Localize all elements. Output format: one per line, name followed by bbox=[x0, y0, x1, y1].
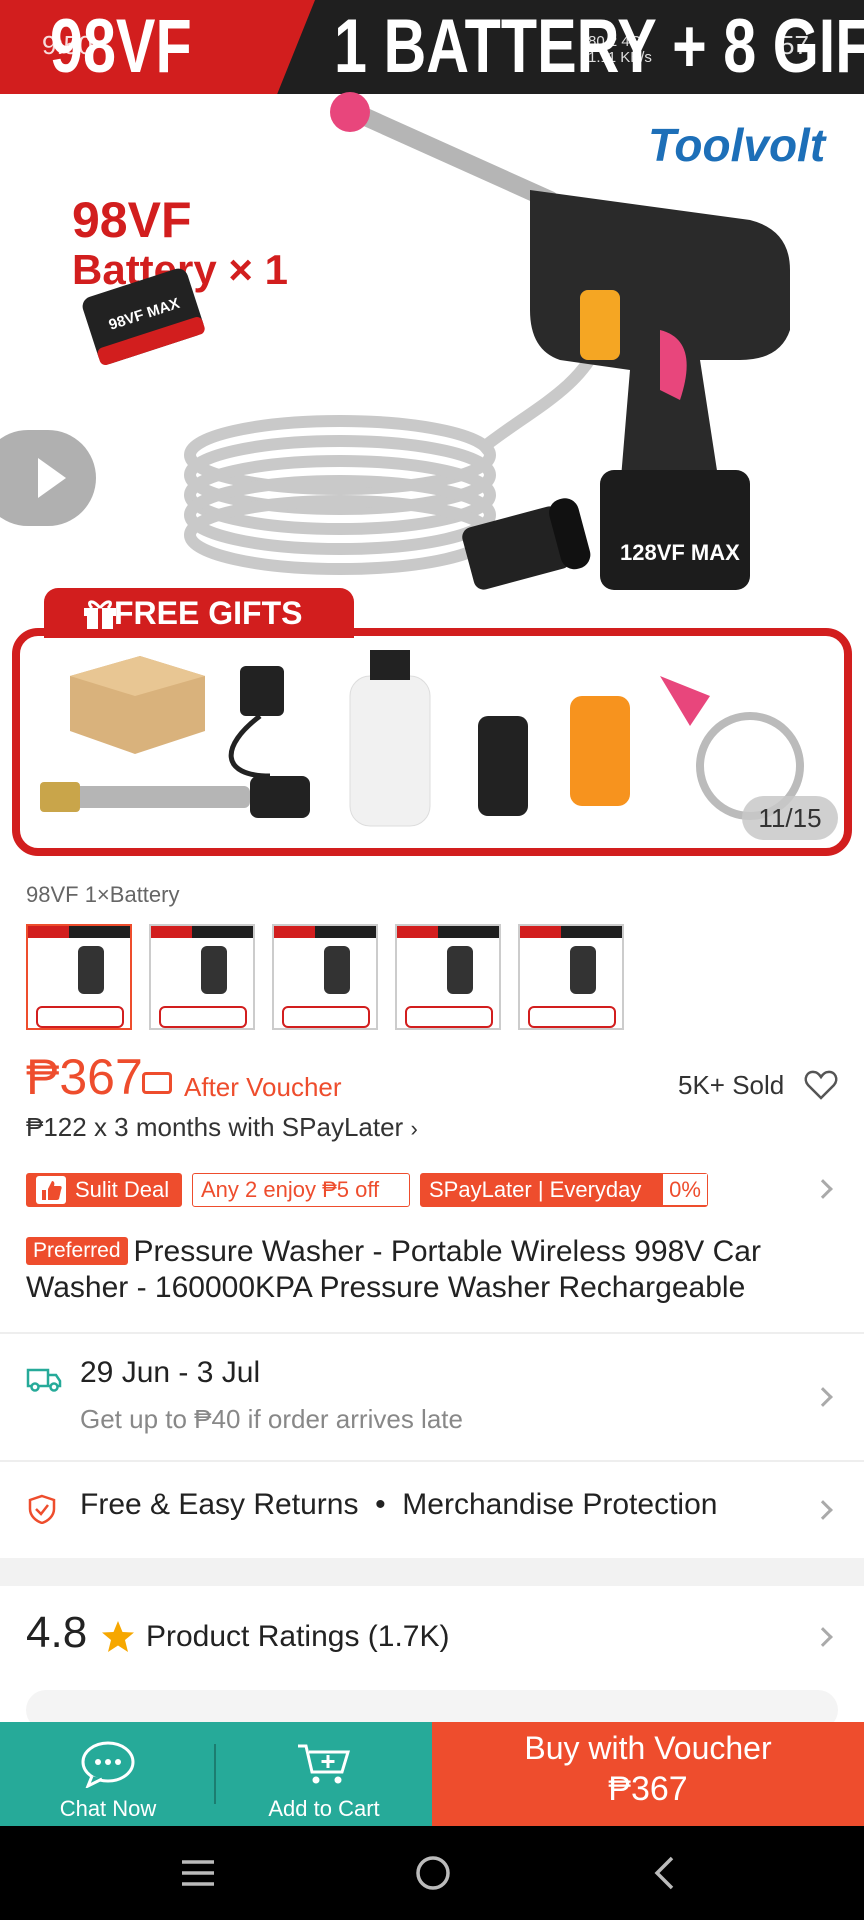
chat-icon bbox=[81, 1741, 135, 1788]
after-voucher-label: After Voucher bbox=[184, 1072, 342, 1102]
status-time: 9:50 bbox=[42, 30, 93, 60]
cart-plus-icon bbox=[298, 1744, 351, 1784]
spaylater-installment-link[interactable]: ₱122 x 3 months with SPayLater › bbox=[26, 1112, 418, 1143]
shield-icon bbox=[28, 1494, 56, 1524]
variant-thumb[interactable] bbox=[149, 924, 255, 1030]
thumbs-up-icon bbox=[36, 1176, 66, 1204]
delivery-dates: 29 Jun - 3 Jul bbox=[80, 1356, 261, 1389]
system-navigation-bar bbox=[0, 1826, 864, 1920]
home-icon[interactable] bbox=[414, 1854, 452, 1892]
play-icon bbox=[38, 458, 66, 498]
voucher-icon bbox=[142, 1072, 172, 1094]
chevron-right-icon[interactable] bbox=[813, 1179, 833, 1199]
variant-thumb[interactable] bbox=[518, 924, 624, 1030]
chevron-right-icon: › bbox=[410, 1116, 418, 1141]
late-guarantee-note: Get up to ₱40 if order arrives late bbox=[80, 1404, 463, 1434]
preferred-badge: Preferred bbox=[26, 1237, 128, 1265]
spaylater-rate: 0% bbox=[663, 1174, 707, 1205]
variant-thumb[interactable] bbox=[26, 924, 132, 1030]
returns-protection-text: Free & Easy Returns • Merchandise Protec… bbox=[80, 1488, 718, 1521]
chat-now-button[interactable]: Chat Now bbox=[0, 1722, 216, 1826]
product-title-text: Pressure Washer - Portable Wireless 998V… bbox=[26, 1235, 761, 1304]
truck-icon bbox=[26, 1368, 62, 1392]
spaylater-tag-text: SPayLater | Everyday bbox=[429, 1177, 642, 1202]
variant-thumb[interactable] bbox=[272, 924, 378, 1030]
pressure-washer-illustration: 98VF MAX 128VF MAX bbox=[82, 92, 790, 590]
heart-icon[interactable] bbox=[804, 1068, 838, 1102]
product-ratings-label: Product Ratings (1.7K) bbox=[146, 1620, 450, 1653]
buy-with-voucher-label: Buy with Voucher bbox=[524, 1730, 772, 1766]
variant-thumb[interactable] bbox=[395, 924, 501, 1030]
image-counter: 11/15 bbox=[742, 796, 838, 840]
free-gifts-panel bbox=[12, 628, 852, 856]
sold-count: 5K+ Sold bbox=[678, 1070, 785, 1100]
product-image-carousel[interactable]: 98VF 1 BATTERY + 8 GIFS 9:50 80.2 4G 1.1… bbox=[0, 0, 864, 870]
rating-score: 4.8 bbox=[26, 1608, 88, 1657]
add-to-cart-button[interactable]: Add to Cart bbox=[216, 1722, 432, 1826]
variant-label: 98VF 1×Battery bbox=[26, 882, 180, 907]
gift-icon bbox=[84, 600, 116, 629]
chat-now-label: Chat Now bbox=[59, 1796, 157, 1821]
status-network: 80.2 4G 1.11 KB/s bbox=[588, 33, 652, 66]
buy-price: ₱367 bbox=[608, 1770, 688, 1808]
spaylater-tag[interactable]: SPayLater | Everyday 0% bbox=[420, 1173, 708, 1207]
svg-text:128VF MAX: 128VF MAX bbox=[620, 540, 740, 565]
recent-apps-icon[interactable] bbox=[180, 1856, 216, 1890]
spaylater-text: ₱122 x 3 months with SPayLater bbox=[26, 1112, 404, 1142]
price: ₱367 bbox=[26, 1049, 143, 1105]
back-icon[interactable] bbox=[652, 1854, 676, 1892]
section-gap bbox=[0, 1558, 864, 1586]
status-battery: 57 bbox=[780, 30, 809, 60]
shipping-row[interactable] bbox=[0, 1334, 864, 1460]
product-title: Preferred Pressure Washer - Portable Wire… bbox=[26, 1234, 846, 1306]
image-banner: 98VF 1 BATTERY + 8 GIFS bbox=[0, 0, 864, 94]
star-icon bbox=[102, 1621, 134, 1652]
bundle-offer-tag[interactable]: Any 2 enjoy ₱5 off bbox=[192, 1173, 410, 1207]
gift-items-illustration bbox=[40, 650, 804, 827]
add-to-cart-label: Add to Cart bbox=[268, 1796, 380, 1821]
